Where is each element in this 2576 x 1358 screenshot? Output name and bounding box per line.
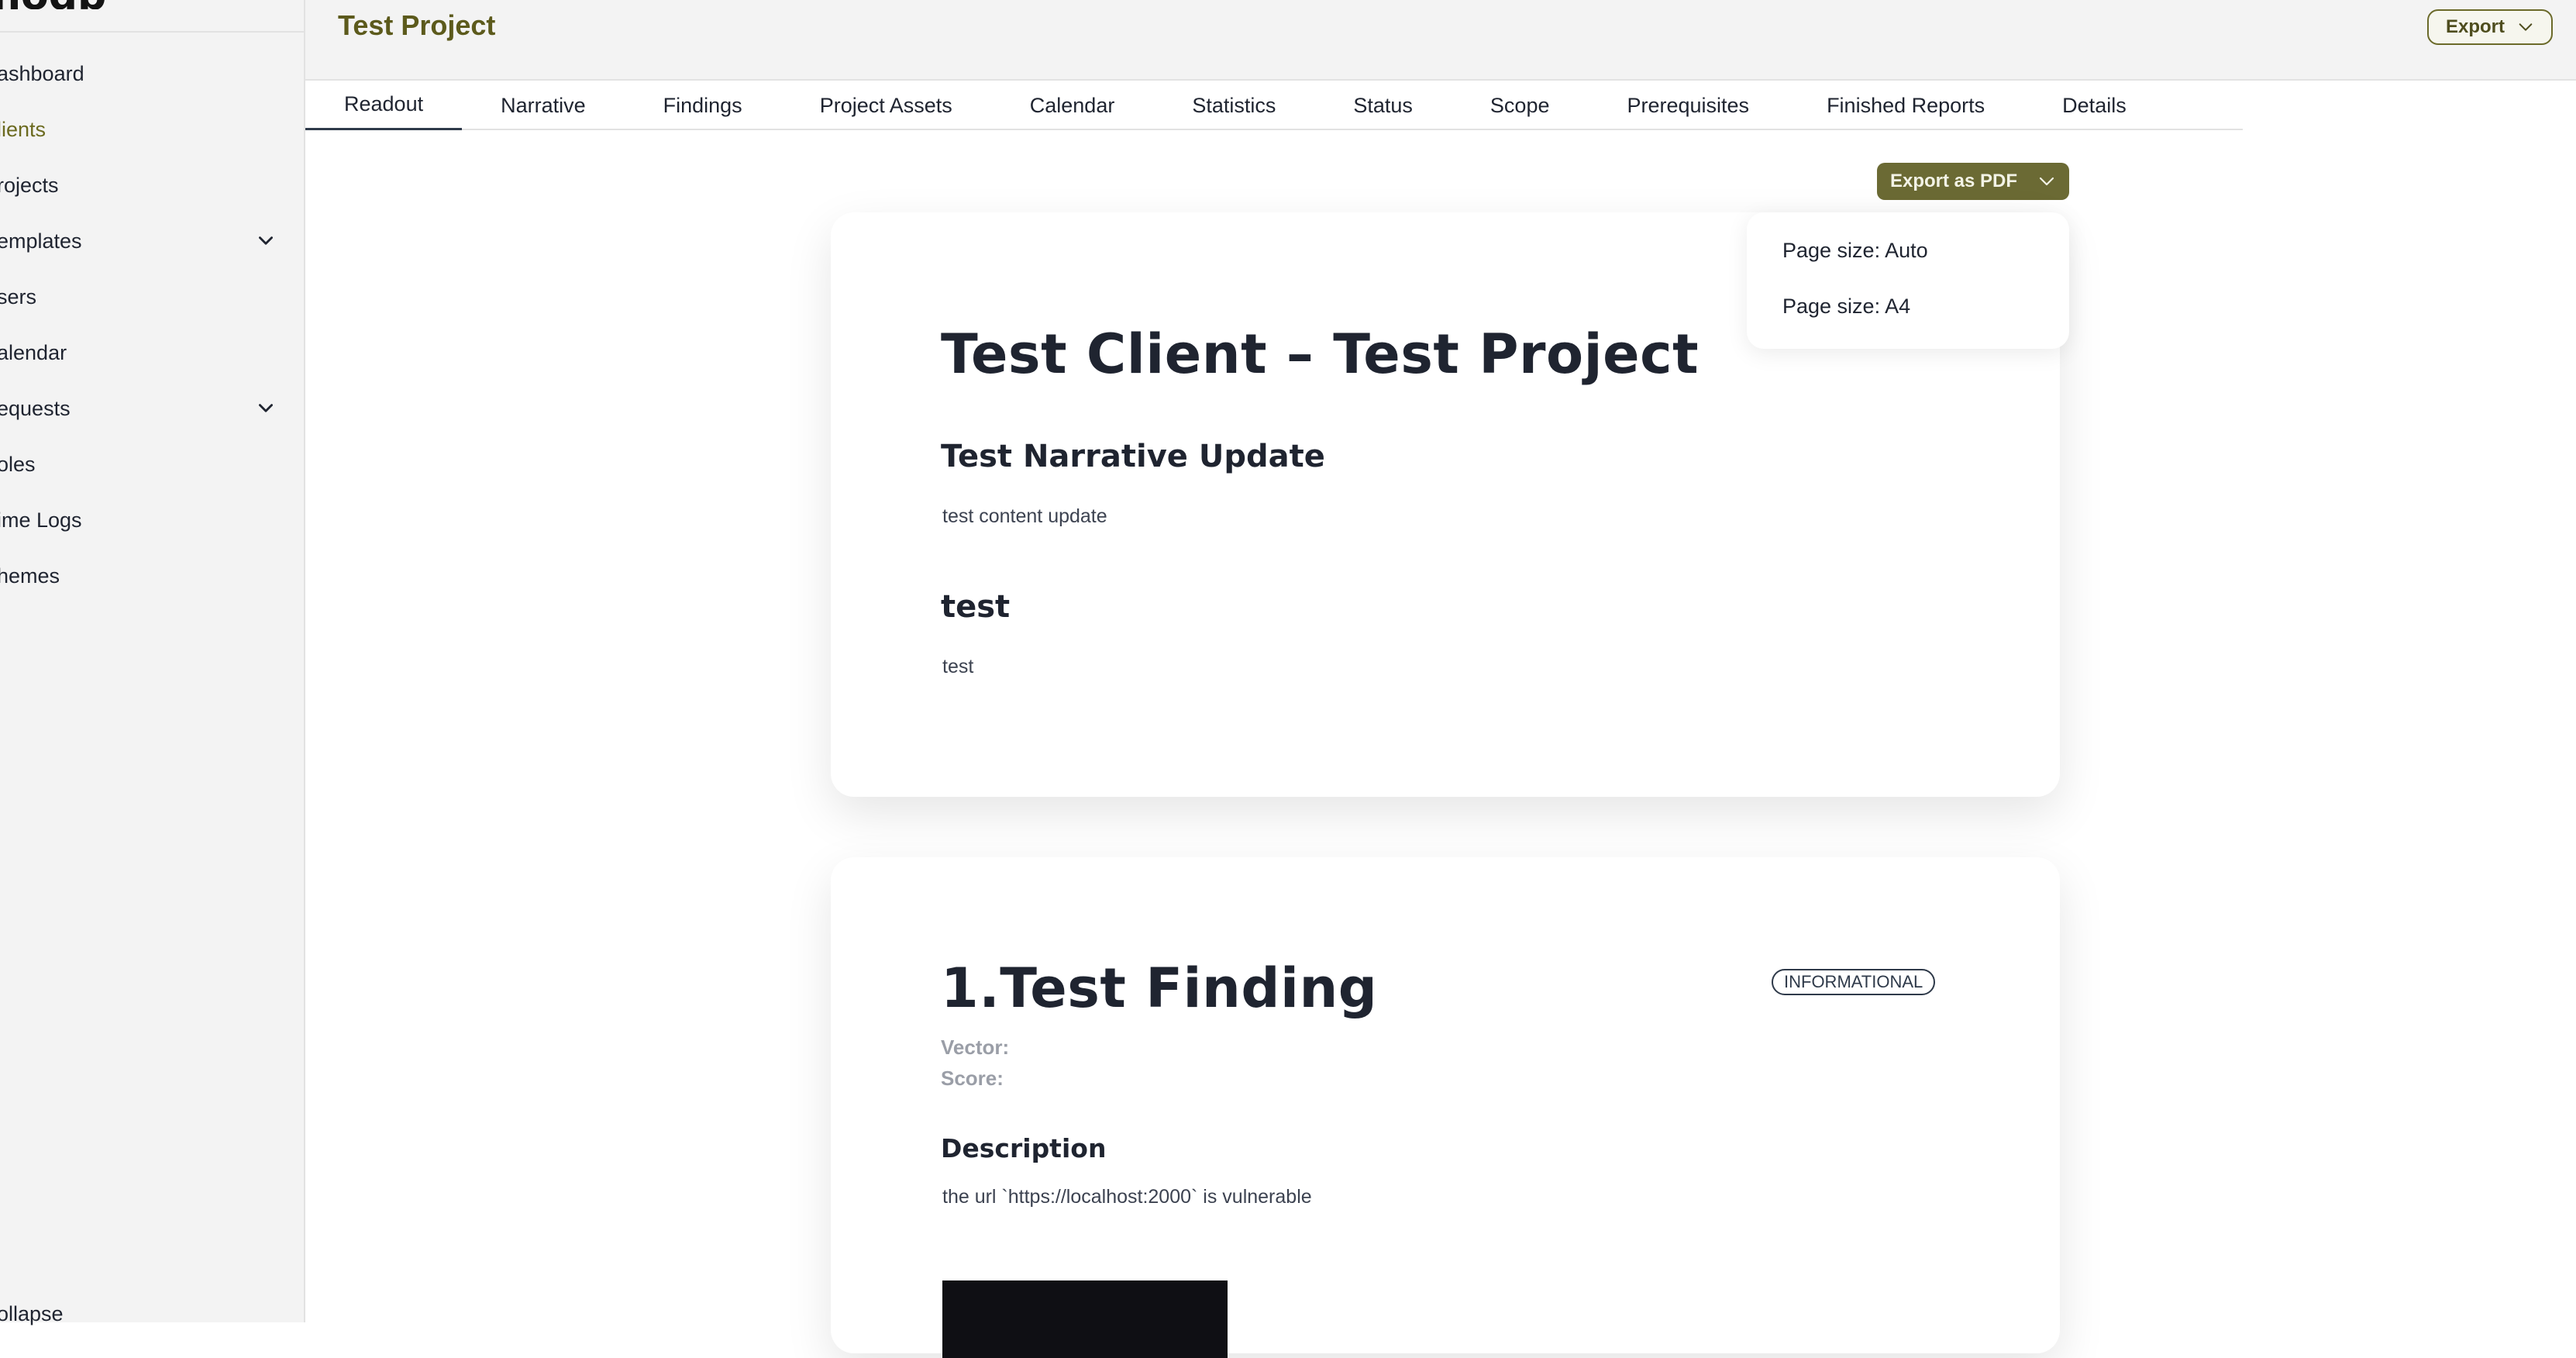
narrative-heading: test — [941, 589, 1011, 625]
chevron-down-icon[interactable] — [256, 231, 276, 251]
sidebar-item-time-logs[interactable]: ime Logs — [0, 501, 287, 539]
evidence-image — [942, 1280, 1228, 1358]
project-tabs: Readout Narrative Findings Project Asset… — [305, 81, 2243, 130]
app-logo: nodb — [0, 0, 124, 9]
sidebar-item-templates[interactable]: emplates — [0, 222, 287, 260]
finding-card: 1.Test Finding INFORMATIONAL Vector: Sco… — [831, 857, 2060, 1358]
export-button-label: Export — [2445, 16, 2505, 37]
export-pdf-button[interactable]: Export as PDF — [1877, 163, 2069, 200]
page-size-a4-option[interactable]: Page size: A4 — [1782, 295, 1910, 319]
sidebar-item-label: emplates — [0, 229, 82, 253]
export-pdf-label: Export as PDF — [1889, 171, 2018, 191]
sidebar-item-label: oles — [0, 452, 36, 476]
tab-narrative[interactable]: Narrative — [462, 81, 625, 130]
sidebar-item-label: sers — [0, 284, 37, 308]
sidebar-item-calendar[interactable]: alendar — [0, 334, 287, 371]
sidebar-item-label: hemes — [0, 564, 60, 588]
tab-finished-reports[interactable]: Finished Reports — [1788, 81, 2023, 130]
tab-statistics[interactable]: Statistics — [1153, 81, 1314, 130]
narrative-content: test content update — [942, 505, 1107, 527]
vector-label: Vector: — [941, 1036, 1010, 1059]
severity-badge: INFORMATIONAL — [1772, 969, 1936, 995]
description-heading: Description — [941, 1133, 1107, 1163]
sidebar-item-label: ashboard — [0, 61, 84, 85]
sidebar: nodb ashboard lients rojects emplates se… — [0, 0, 305, 1325]
tab-calendar[interactable]: Calendar — [991, 81, 1154, 130]
sidebar-item-themes[interactable]: hemes — [0, 557, 287, 595]
tab-findings[interactable]: Findings — [625, 81, 781, 130]
finding-title: 1.Test Finding — [941, 956, 1378, 1020]
sidebar-item-dashboard[interactable]: ashboard — [0, 55, 287, 92]
page-size-dropdown: Page size: Auto Page size: A4 — [1747, 212, 2069, 349]
chevron-down-icon — [2519, 23, 2533, 31]
page-title: Test Project — [338, 9, 496, 41]
tab-readout[interactable]: Readout — [305, 81, 463, 130]
logo-divider — [0, 31, 305, 33]
tab-prerequisites[interactable]: Prerequisites — [1588, 81, 1788, 130]
sidebar-item-label: ime Logs — [0, 508, 82, 532]
sidebar-item-users[interactable]: sers — [0, 278, 287, 315]
tab-details[interactable]: Details — [2023, 81, 2165, 130]
sidebar-item-projects[interactable]: rojects — [0, 167, 287, 204]
tab-scope[interactable]: Scope — [1452, 81, 1589, 130]
collapse-sidebar-button[interactable]: ollapse — [0, 1302, 64, 1326]
narrative-heading: Test Narrative Update — [941, 439, 1325, 474]
description-text: the url `https://localhost:2000` is vuln… — [942, 1186, 1312, 1208]
sidebar-item-label: rojects — [0, 173, 59, 197]
sidebar-item-label: equests — [0, 396, 71, 420]
tab-status[interactable]: Status — [1314, 81, 1452, 130]
tab-project-assets[interactable]: Project Assets — [781, 81, 991, 130]
chevron-down-icon — [2039, 177, 2054, 186]
page-header: Test Project Export — [305, 0, 2576, 81]
chevron-down-icon[interactable] — [256, 398, 276, 419]
report-title: Test Client – Test Project — [941, 322, 1700, 386]
sidebar-item-roles[interactable]: oles — [0, 446, 287, 483]
sidebar-item-label: lients — [0, 117, 46, 141]
export-button[interactable]: Export — [2427, 9, 2553, 45]
sidebar-item-label: alendar — [0, 340, 67, 364]
narrative-content: test — [942, 656, 974, 677]
score-label: Score: — [941, 1067, 1004, 1090]
sidebar-item-requests[interactable]: equests — [0, 390, 287, 427]
page-size-auto-option[interactable]: Page size: Auto — [1782, 239, 1928, 263]
sidebar-item-clients[interactable]: lients — [0, 111, 287, 148]
